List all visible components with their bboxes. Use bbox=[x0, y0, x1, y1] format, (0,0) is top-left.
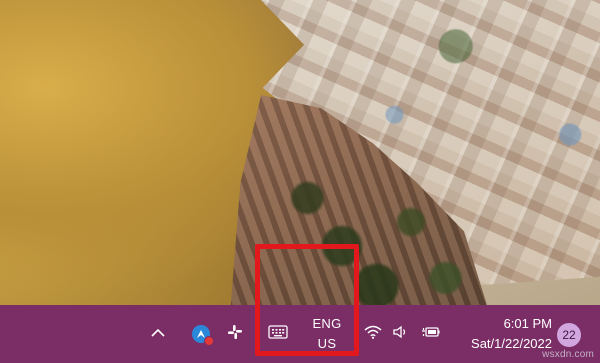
clock-date-button[interactable]: 6:01 PM Sat/1/22/2022 bbox=[456, 305, 552, 363]
wallpaper-shrubs bbox=[250, 150, 480, 305]
wifi-icon bbox=[364, 325, 382, 344]
slack-tray-button[interactable] bbox=[222, 305, 248, 363]
desktop-wallpaper bbox=[0, 0, 600, 305]
clock-date: Sat/1/22/2022 bbox=[471, 336, 552, 351]
speaker-icon bbox=[392, 325, 410, 344]
language-region: US bbox=[317, 336, 337, 351]
battery-charging-icon bbox=[421, 325, 441, 344]
network-button[interactable] bbox=[360, 305, 386, 363]
chevron-up-icon bbox=[151, 325, 165, 343]
slack-icon bbox=[227, 324, 243, 345]
language-indicator[interactable]: ENG US bbox=[302, 305, 352, 363]
notification-count: 22 bbox=[562, 328, 576, 342]
tray-app-button[interactable] bbox=[188, 305, 214, 363]
taskbar: ENG US 6:01 PM Sat/1/22/2022 22 bbox=[0, 305, 600, 363]
clock-time: 6:01 PM bbox=[503, 316, 552, 331]
show-hidden-icons-button[interactable] bbox=[146, 305, 170, 363]
keyboard-icon bbox=[268, 324, 288, 344]
rocket-icon bbox=[192, 325, 214, 346]
touch-keyboard-button[interactable] bbox=[265, 305, 291, 363]
volume-button[interactable] bbox=[388, 305, 414, 363]
battery-button[interactable] bbox=[418, 305, 444, 363]
notification-count-badge[interactable]: 22 bbox=[557, 323, 581, 347]
watermark-text: wsxdn.com bbox=[542, 349, 594, 360]
language-code: ENG bbox=[312, 316, 342, 331]
notification-dot bbox=[204, 336, 214, 346]
